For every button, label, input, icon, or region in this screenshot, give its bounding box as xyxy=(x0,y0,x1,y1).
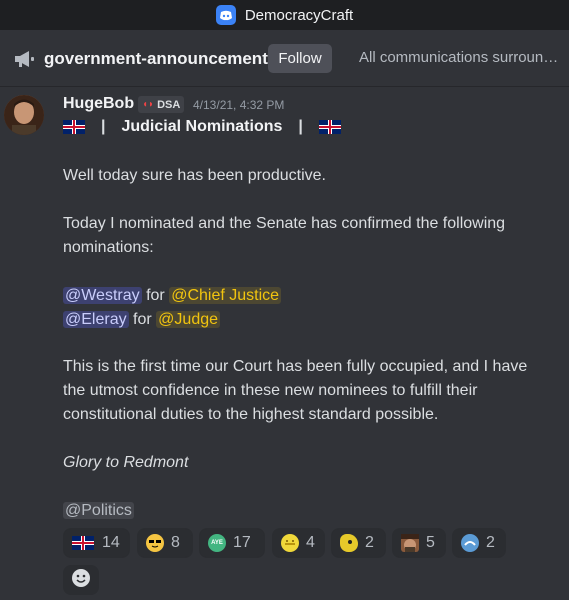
person-face-emoji-icon xyxy=(401,534,419,552)
reaction-yellow-face[interactable]: 4 xyxy=(272,528,325,558)
heading-separator-right: | xyxy=(298,118,303,135)
reaction-blue-circle[interactable]: 2 xyxy=(452,528,506,558)
reaction-sunglasses[interactable]: 8 xyxy=(137,528,193,558)
reaction-yellow-blob[interactable]: 2 xyxy=(331,528,386,558)
nomination-1: @Westray for @Chief Justice xyxy=(63,284,553,308)
reaction-count: 5 xyxy=(426,534,435,551)
reaction-aye[interactable]: AYE 17 xyxy=(199,528,265,558)
author-avatar[interactable] xyxy=(4,95,44,135)
message-line-1: Well today sure has been productive. xyxy=(63,167,326,184)
reaction-count: 2 xyxy=(486,534,495,551)
uk-flag-icon xyxy=(318,120,341,134)
smiley-icon xyxy=(71,568,91,593)
announcement-channel-icon xyxy=(14,50,36,68)
follow-button[interactable]: Follow xyxy=(268,44,332,73)
message-line-2: Today I nominated and the Senate has con… xyxy=(63,215,506,256)
role-mention[interactable]: @Judge xyxy=(156,311,221,328)
uk-flag-icon xyxy=(72,536,94,550)
reaction-uk-flag[interactable]: 14 xyxy=(63,528,130,558)
nomination-2: @Eleray for @Judge xyxy=(63,308,553,332)
reaction-count: 4 xyxy=(306,534,315,551)
channel-header: government-announcements Follow All comm… xyxy=(0,30,569,87)
reaction-count: 2 xyxy=(365,534,374,551)
channel-name[interactable]: government-announcements xyxy=(44,49,277,69)
sunglasses-emoji-icon xyxy=(146,534,164,552)
tag-emoji-icon: ◖◗ xyxy=(142,99,155,110)
aye-emoji-icon: AYE xyxy=(208,534,226,552)
reaction-person-face[interactable]: 5 xyxy=(392,528,446,558)
role-mention[interactable]: @Chief Justice xyxy=(169,287,282,304)
reaction-count: 17 xyxy=(233,534,251,551)
uk-flag-icon xyxy=(63,120,85,134)
yellow-blob-emoji-icon xyxy=(340,534,358,552)
reactions-row: 14 8 AYE 17 4 2 5 2 xyxy=(63,528,563,560)
message-heading: | Judicial Nominations | xyxy=(63,118,341,136)
message-timestamp[interactable]: 4/13/21, 4:32 PM xyxy=(193,98,284,112)
window-title: DemocracyCraft xyxy=(244,6,354,24)
user-mention[interactable]: @Eleray xyxy=(63,311,129,328)
user-mention[interactable]: @Westray xyxy=(63,287,142,304)
role-mention-politics[interactable]: @Politics xyxy=(63,502,134,519)
nomination-for-text: for xyxy=(133,311,152,328)
reaction-count: 14 xyxy=(102,534,120,551)
message-signoff: Glory to Redmont xyxy=(63,454,189,471)
channel-topic[interactable]: All communications surrounding the gover… xyxy=(359,49,564,66)
window-titlebar: DemocracyCraft xyxy=(0,0,569,30)
message-author[interactable]: HugeBob xyxy=(63,95,134,113)
reaction-count: 8 xyxy=(171,534,180,551)
yellow-face-emoji-icon xyxy=(281,534,299,552)
blue-circle-emoji-icon xyxy=(461,534,479,552)
heading-separator-left: | xyxy=(101,118,106,135)
politics-mention-line: @Politics xyxy=(63,499,553,523)
nomination-for-text: for xyxy=(146,287,165,304)
message-paragraph: This is the first time our Court has bee… xyxy=(63,358,528,423)
tag-label: DSA xyxy=(157,98,181,111)
add-reaction-button[interactable] xyxy=(63,565,99,595)
author-tag[interactable]: ◖◗ DSA xyxy=(138,96,185,113)
discord-app-icon xyxy=(215,5,236,25)
heading-text: Judicial Nominations xyxy=(121,118,283,135)
